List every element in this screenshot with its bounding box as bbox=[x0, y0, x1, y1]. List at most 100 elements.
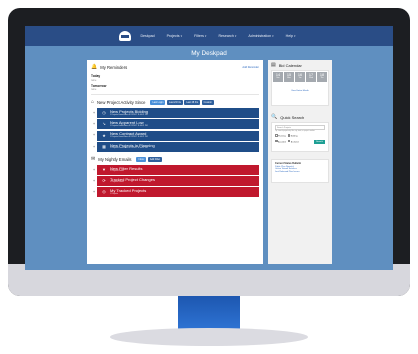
main-panel: 🔔 My Reminders Add Reminder Today none T… bbox=[87, 60, 263, 264]
item-subtitle: 1 Projects Found Since 8/17/2017 11:44:2… bbox=[110, 124, 148, 127]
day-of-week: Mon bbox=[287, 76, 291, 79]
chevron-down-icon: ▾ bbox=[272, 34, 274, 38]
calendar-header: ▤ Bid Calendar bbox=[268, 60, 332, 70]
nightly-item-filter-results[interactable]: ▼ New Filter Results 1 Projects Found bbox=[97, 164, 259, 175]
nav-item-deskpad[interactable]: Deskpad bbox=[140, 34, 154, 38]
refresh-icon: ⟳ bbox=[102, 178, 106, 184]
home-icon: ⌂ bbox=[91, 99, 95, 105]
reminder-today-value: none bbox=[91, 78, 97, 82]
day-of-week: Tue bbox=[298, 76, 302, 79]
calendar-day[interactable]: 18 Thu bbox=[317, 72, 327, 82]
item-subtitle: 1 Projects Found Since 8/17/2017 11:44:2… bbox=[110, 113, 148, 116]
activity-header: ⌂ New Project Activity Since Last Login … bbox=[91, 98, 259, 107]
chevron-down-icon: ▾ bbox=[294, 34, 296, 38]
activity-title: New Project Activity Since bbox=[97, 100, 146, 105]
nightly-row: + ⟳ Tracked Project Changes 1 Projects Fo… bbox=[91, 175, 259, 187]
mail-icon: ✉ bbox=[91, 155, 96, 162]
custom-range-button[interactable]: Custom bbox=[201, 100, 214, 105]
activity-item-bidding[interactable]: ◷ New Projects Bidding 1 Projects Found S… bbox=[97, 108, 259, 119]
side-panel: ▤ Bid Calendar 14 Sun 15 Mon 16 Tue 17 Wed 1… bbox=[268, 60, 332, 264]
chevron-down-icon: ▾ bbox=[204, 34, 207, 38]
planning-checkbox[interactable]: Planning bbox=[275, 134, 286, 138]
monitor-stand-base bbox=[110, 328, 308, 346]
activity-item-contract-award[interactable]: ★ New Contract Award 1 Projects Found Sin… bbox=[97, 130, 259, 141]
add-reminder-link[interactable]: Add Reminder bbox=[242, 66, 259, 69]
chevron-down-icon: ▾ bbox=[180, 34, 183, 38]
nightly-buttons: Inbox Add Filter bbox=[136, 156, 163, 162]
quick-search-title: Quick Search bbox=[280, 114, 305, 120]
search-icon: 🔍 bbox=[271, 113, 278, 120]
clock-icon: ◷ bbox=[102, 110, 106, 116]
activity-item-planning[interactable]: ▦ New Projects In Planning 1 Projects Fou… bbox=[97, 141, 259, 152]
nav-label: Filters bbox=[194, 34, 204, 38]
nightly-item-tracked-changes[interactable]: ⟳ Tracked Project Changes 1 Projects Foun… bbox=[97, 176, 259, 187]
quick-search-header: 🔍 Quick Search bbox=[268, 112, 332, 122]
item-subtitle: 1 Projects Found bbox=[110, 170, 124, 173]
nightly-row: + ◎ My Tracked Projects 1 Projects bbox=[91, 186, 259, 198]
search-input[interactable]: Search Projects bbox=[275, 125, 325, 130]
activity-row: + ◷ New Projects Bidding 1 Projects Found… bbox=[91, 107, 259, 119]
option-label: Planning bbox=[278, 135, 286, 138]
day-of-week: Wed bbox=[309, 76, 313, 79]
nav-label: Projects bbox=[166, 34, 180, 38]
app-screen: Deskpad Projects▾ Filters▾ Research▾ Adm… bbox=[25, 26, 393, 270]
activity-item-apparent-low[interactable]: ↘ New Apparent Low 1 Projects Found Since… bbox=[97, 119, 259, 130]
monitor-stand-neck bbox=[178, 296, 240, 332]
last-48-hrs-button[interactable]: Last 48 hrs bbox=[184, 100, 201, 105]
bidding-checkbox[interactable]: Bidding bbox=[287, 134, 298, 138]
nav-label: Deskpad bbox=[140, 34, 155, 38]
day-of-week: Sun bbox=[276, 76, 280, 79]
day-of-week: Thu bbox=[320, 76, 324, 79]
calendar-icon: ▤ bbox=[271, 61, 276, 68]
add-filter-button[interactable]: Add Filter bbox=[147, 156, 163, 162]
last-login-button[interactable]: Last Login bbox=[150, 100, 166, 105]
calendar-day[interactable]: 16 Tue bbox=[295, 72, 305, 82]
nav-item-filters[interactable]: Filters▾ bbox=[194, 34, 206, 38]
quick-search-panel: Search Projects Tip: search projects by … bbox=[271, 122, 329, 152]
inbox-button[interactable]: Inbox bbox=[136, 156, 147, 162]
last-24-hrs-button[interactable]: Last 24 hrs bbox=[166, 100, 183, 105]
reminder-today-label: Today bbox=[91, 74, 101, 78]
search-options-row: Planning Bidding bbox=[275, 134, 325, 138]
device-mockup: Deskpad Projects▾ Filters▾ Research▾ Adm… bbox=[0, 0, 418, 354]
calendar-title: Bid Calendar bbox=[278, 62, 302, 68]
activity-row: + ↘ New Apparent Low 1 Projects Found Sin… bbox=[91, 118, 259, 130]
awarded-checkbox[interactable]: Awarded bbox=[275, 139, 286, 144]
reminder-tomorrow-value: none bbox=[91, 88, 97, 91]
nav-item-research[interactable]: Research▾ bbox=[218, 34, 236, 38]
search-button[interactable]: Search bbox=[314, 139, 325, 144]
calendar-day[interactable]: 17 Wed bbox=[306, 72, 316, 82]
option-label: Bidding bbox=[290, 135, 298, 138]
bid-calendar: 14 Sun 15 Mon 16 Tue 17 Wed 18 Thu View Entir… bbox=[271, 70, 329, 106]
view-month-link[interactable]: View Entire Month bbox=[272, 90, 328, 92]
calendar-day[interactable]: 15 Mon bbox=[284, 72, 294, 82]
item-subtitle: 1 Projects Found Since 8/17/2017 11:44:2… bbox=[110, 135, 148, 138]
reminders-header: 🔔 My Reminders Add Reminder bbox=[91, 63, 259, 72]
nav-label: Research bbox=[218, 34, 234, 38]
archived-checkbox[interactable]: Archived bbox=[287, 139, 299, 144]
target-icon: ◎ bbox=[102, 189, 106, 195]
nightly-row: + ▼ New Filter Results 1 Projects Found bbox=[91, 164, 259, 175]
reminders-title: My Reminders bbox=[100, 65, 128, 70]
page-title: My Deskpad bbox=[191, 50, 227, 57]
building-icon: ▦ bbox=[102, 143, 106, 149]
bulletin-title: Current Status Bulletin bbox=[275, 162, 302, 165]
nav-item-help[interactable]: Help▾ bbox=[286, 34, 296, 38]
bulletin-link[interactable]: Just Released Plan Issues bbox=[275, 171, 325, 173]
nightly-item-tracked-projects[interactable]: ◎ My Tracked Projects 1 Projects bbox=[97, 187, 259, 198]
status-bulletin: Current Status Bulletin Public Plan Room… bbox=[271, 159, 329, 183]
calendar-days: 14 Sun 15 Mon 16 Tue 17 Wed 18 Thu bbox=[272, 71, 328, 83]
activity-row: + ★ New Contract Award 1 Projects Found S… bbox=[91, 129, 259, 141]
nav-item-administration[interactable]: Administration▾ bbox=[248, 34, 273, 38]
option-label: Archived bbox=[290, 141, 299, 144]
nav-item-projects[interactable]: Projects▾ bbox=[167, 34, 183, 38]
nightly-header: ✉ My Nightly Emails Inbox Add Filter bbox=[91, 155, 259, 164]
nightly-title: My Nightly Emails bbox=[98, 156, 132, 162]
nav-label: Administration bbox=[248, 34, 272, 38]
award-icon: ★ bbox=[102, 132, 106, 138]
option-label: Awarded bbox=[278, 141, 286, 144]
logo-icon[interactable] bbox=[119, 31, 132, 41]
reminder-tomorrow-label: Tomorrow bbox=[91, 83, 107, 88]
search-options-row: Awarded Archived Search bbox=[275, 139, 325, 144]
calendar-day[interactable]: 14 Sun bbox=[273, 72, 283, 82]
